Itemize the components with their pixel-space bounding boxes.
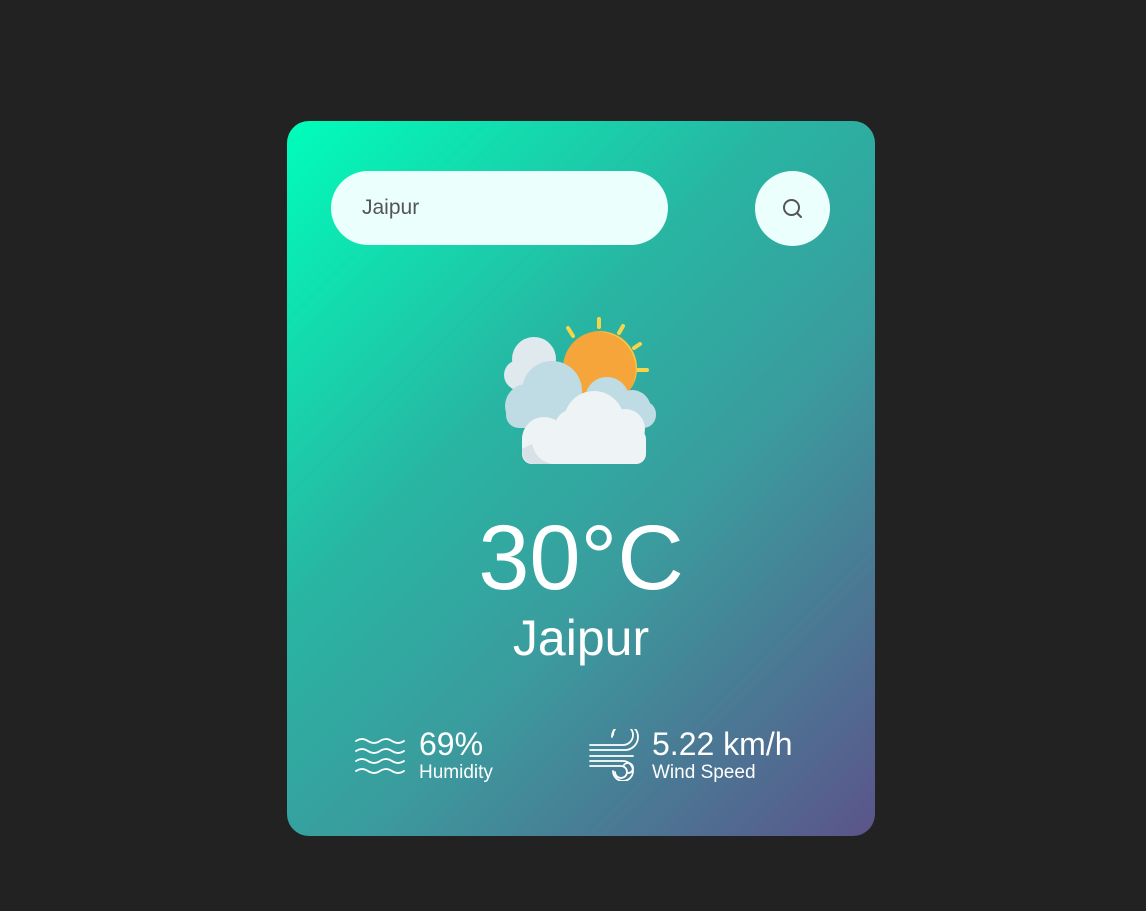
- humidity-icon: [355, 738, 405, 774]
- temperature-value: 30°C: [478, 507, 684, 609]
- partly-cloudy-icon: [504, 317, 656, 464]
- wind-speed-value: 5.22 km/h: [652, 726, 793, 762]
- wind-section: 5.22 km/h Wind Speed: [587, 726, 793, 784]
- humidity-label: Humidity: [419, 762, 493, 783]
- city-name: Jaipur: [512, 610, 650, 666]
- search-icon: [782, 198, 802, 218]
- wind-speed-label: Wind Speed: [652, 762, 756, 783]
- humidity-value: 69%: [419, 726, 484, 762]
- humidity-section: 69% Humidity: [354, 726, 493, 784]
- city-search-input[interactable]: [331, 171, 668, 245]
- search-button[interactable]: [755, 171, 830, 246]
- weather-card: 30°C Jaipur 69% Humidity: [287, 121, 875, 836]
- wind-icon: [589, 729, 639, 781]
